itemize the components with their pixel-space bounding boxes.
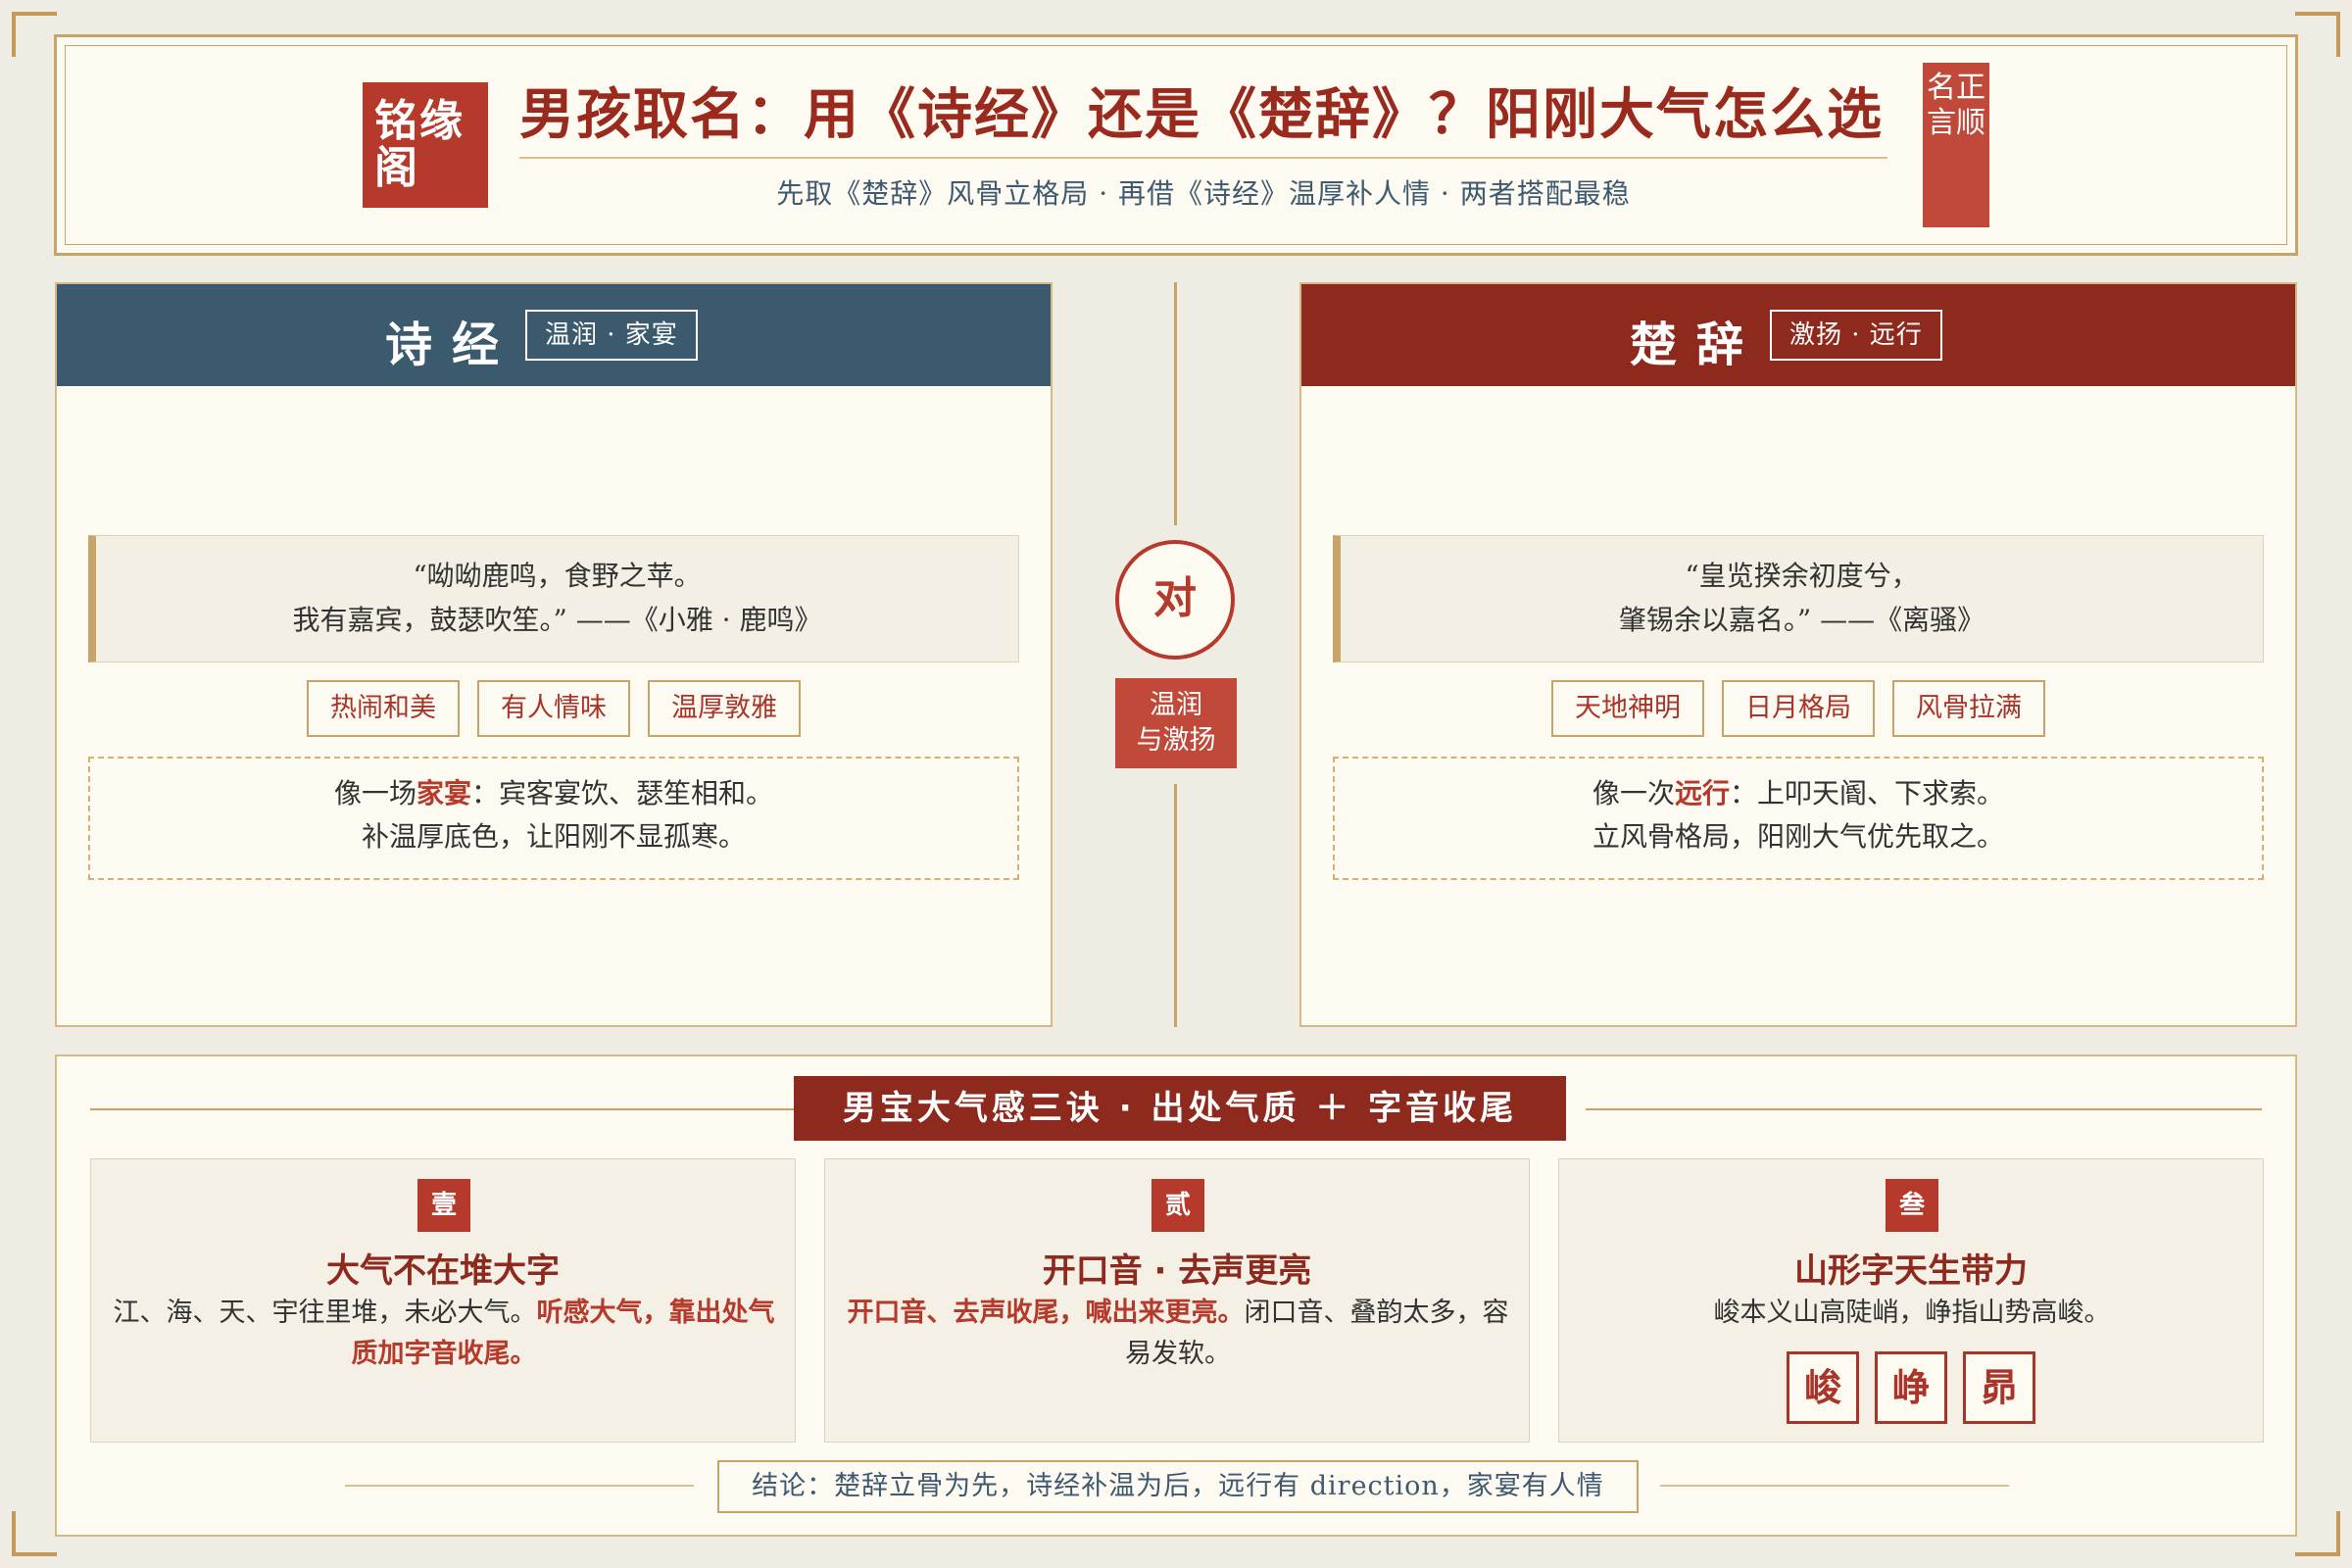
page-subtitle: 先取《楚辞》风骨立格局 · 再借《诗经》温厚补人情 · 两者搭配最稳 [776,177,1631,210]
section-rule-left [90,1108,796,1110]
shijing-chip: 热闹和美 [307,680,460,737]
tip-text-plain: 峻本义山高陡峭，峥指山势高峻。 [1713,1298,2111,1328]
tip-text-highlight: 开口音、去声收尾，喊出来更亮。 [847,1298,1245,1328]
versus-circle: 对 [1115,540,1235,660]
chuci-quote-line2: 肇锡余以嘉名。” ——《离骚》 [1618,604,1985,636]
tip-text: 开口音、去声收尾，喊出来更亮。闭口音、叠韵太多，容易发软。 [843,1293,1513,1375]
note-highlight: 家宴 [416,777,471,809]
corner-ornament-bottom-right [2295,1511,2340,1556]
chuci-panel: 楚辞 激扬 · 远行 “皇览揆余初度兮， 肇锡余以嘉名。” ——《离骚》 天地神… [1299,282,2297,1027]
glyph-box: 峥 [1875,1351,1947,1424]
conclusion-rule-right [1660,1485,2009,1487]
tips-title: 男宝大气感三诀 · 出处气质 ＋ 字音收尾 [794,1076,1566,1141]
note-text: 像一场 [333,777,416,809]
shijing-tag: 温润 · 家宴 [525,310,698,361]
chuci-chip: 日月格局 [1722,680,1875,737]
note-text: ：上叩天阍、下求索。 [1730,777,2005,809]
note-highlight: 远行 [1674,777,1730,809]
tip-text-plain: 江、海、天、宇往里堆，未必大气。 [113,1298,537,1328]
tip-card-3: 叁 山形字天生带力 峻本义山高陡峭，峥指山势高峻。 峻 峥 昴 [1558,1158,2264,1443]
chuci-note: 像一次远行：上叩天阍、下求索。 立风骨格局，阳刚大气优先取之。 [1333,757,2264,880]
chuci-title: 楚辞 [1630,318,1764,372]
tip-card-2: 贰 开口音 · 去声更亮 开口音、去声收尾，喊出来更亮。闭口音、叠韵太多，容易发… [824,1158,1530,1443]
section-rule-right [1586,1108,2262,1110]
brand-seal: 铭缘阁 [363,82,488,208]
tip-text: 峻本义山高陡峭，峥指山势高峻。 [1577,1293,2247,1334]
corner-ornament-top-left [12,12,57,57]
shijing-title: 诗经 [385,318,519,372]
page-title: 男孩取名：用《诗经》还是《楚辞》？阳刚大气怎么选 [519,83,1884,147]
shijing-chips: 热闹和美 有人情味 温厚敦雅 [57,680,1051,737]
shijing-panel-header: 诗经 温润 · 家宴 [57,284,1051,386]
chuci-tag: 激扬 · 远行 [1770,310,1942,361]
tip-number: 壹 [417,1179,470,1232]
middle-divider-bottom [1174,784,1177,1027]
shijing-quote: “呦呦鹿鸣，食野之苹。 我有嘉宾，鼓瑟吹笙。” ——《小雅 · 鹿鸣》 [88,535,1019,662]
shijing-panel: 诗经 温润 · 家宴 “呦呦鹿鸣，食野之苹。 我有嘉宾，鼓瑟吹笙。” ——《小雅… [55,282,1053,1027]
middle-badge-line2: 与激扬 [1136,725,1216,756]
tip-title: 开口音 · 去声更亮 [1042,1251,1312,1291]
tip-number: 叁 [1886,1179,1938,1232]
note-text: 像一次 [1592,777,1675,809]
tip-text: 江、海、天、宇往里堆，未必大气。听感大气，靠出处气质加字音收尾。 [109,1293,779,1375]
shijing-chip: 有人情味 [477,680,630,737]
chuci-note-line2: 立风骨格局，阳刚大气优先取之。 [1592,820,2004,853]
middle-badge-line1: 温润 [1150,690,1202,720]
shijing-note: 像一场家宴：宾客宴饮、瑟笙相和。 补温厚底色，让阳刚不显孤寒。 [88,757,1019,880]
corner-ornament-top-right [2295,12,2340,57]
note-text: ：宾客宴饮、瑟笙相和。 [471,777,774,809]
tips-section: 男宝大气感三诀 · 出处气质 ＋ 字音收尾 壹 大气不在堆大字 江、海、天、宇往… [55,1054,2297,1537]
chuci-chip: 风骨拉满 [1892,680,2045,737]
conclusion-rule-left [345,1485,694,1487]
tip-number: 贰 [1152,1179,1204,1232]
shijing-note-line2: 补温厚底色，让阳刚不显孤寒。 [361,820,746,853]
glyph-box: 峻 [1787,1351,1859,1424]
chuci-chips: 天地神明 日月格局 风骨拉满 [1301,680,2295,737]
corner-ornament-bottom-left [12,1511,57,1556]
chuci-panel-header: 楚辞 激扬 · 远行 [1301,284,2295,386]
shijing-quote-line2: 我有嘉宾，鼓瑟吹笙。” ——《小雅 · 鹿鸣》 [292,604,822,636]
motto-seal: 名正言顺 [1923,63,1989,227]
chuci-chip: 天地神明 [1551,680,1704,737]
shijing-chip: 温厚敦雅 [648,680,801,737]
middle-divider-top [1174,282,1177,525]
shijing-note-line1: 像一场家宴：宾客宴饮、瑟笙相和。 [90,772,1017,815]
tip-title: 大气不在堆大字 [326,1251,560,1291]
chuci-quote: “皇览揆余初度兮， 肇锡余以嘉名。” ——《离骚》 [1333,535,2264,662]
tip-title: 山形字天生带力 [1794,1251,2028,1291]
middle-badge: 温润 与激扬 [1115,678,1237,768]
conclusion-box: 结论：楚辞立骨为先，诗经补温为后，远行有 direction，家宴有人情 [717,1460,1639,1513]
chuci-note-line1: 像一次远行：上叩天阍、下求索。 [1335,772,2262,815]
shijing-quote-line1: “呦呦鹿鸣，食野之苹。 [413,560,702,592]
tip-card-1: 壹 大气不在堆大字 江、海、天、宇往里堆，未必大气。听感大气，靠出处气质加字音收… [90,1158,796,1443]
title-divider [519,157,1887,159]
mountain-glyphs: 峻 峥 昴 [1559,1351,2263,1424]
chuci-quote-line1: “皇览揆余初度兮， [1685,560,1919,592]
glyph-box: 昴 [1963,1351,2035,1424]
